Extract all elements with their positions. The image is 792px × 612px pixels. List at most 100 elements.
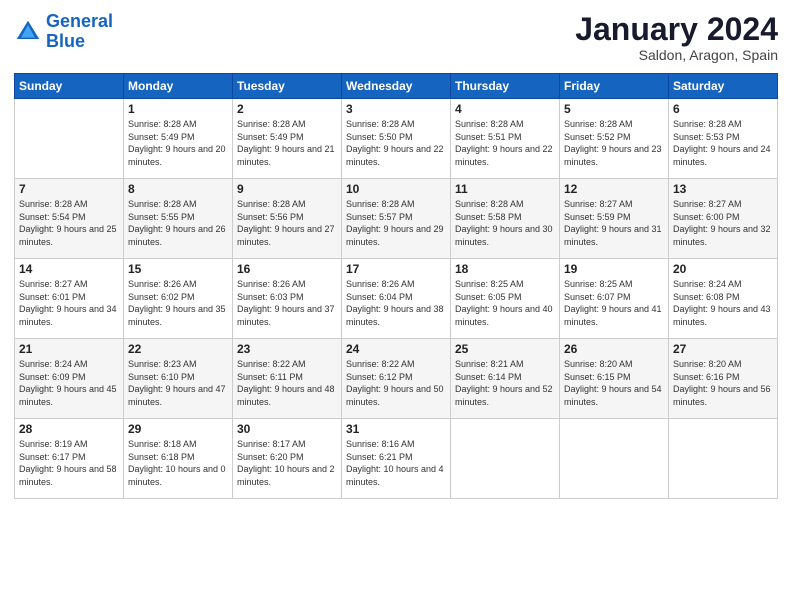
day-number: 15 — [128, 262, 228, 276]
day-number: 16 — [237, 262, 337, 276]
location-subtitle: Saldon, Aragon, Spain — [575, 47, 778, 63]
day-number: 9 — [237, 182, 337, 196]
calendar-day-cell — [669, 419, 778, 499]
day-number: 17 — [346, 262, 446, 276]
calendar-day-cell: 13Sunrise: 8:27 AMSunset: 6:00 PMDayligh… — [669, 179, 778, 259]
logo-icon — [14, 18, 42, 46]
logo-blue: Blue — [46, 31, 85, 51]
day-info: Sunrise: 8:18 AMSunset: 6:18 PMDaylight:… — [128, 438, 228, 488]
calendar-day-cell: 5Sunrise: 8:28 AMSunset: 5:52 PMDaylight… — [560, 99, 669, 179]
day-info: Sunrise: 8:24 AMSunset: 6:08 PMDaylight:… — [673, 278, 773, 328]
calendar-day-cell: 11 Sunrise: 8:28 AMSunset: 5:58 PMDayligh… — [451, 179, 560, 259]
day-info: Sunrise: 8:28 AMSunset: 5:49 PMDaylight:… — [128, 118, 228, 168]
weekday-header-friday: Friday — [560, 74, 669, 99]
day-info: Sunrise: 8:24 AMSunset: 6:09 PMDaylight:… — [19, 358, 119, 408]
month-title: January 2024 — [575, 12, 778, 47]
calendar-day-cell: 2 Sunrise: 8:28 AMSunset: 5:49 PMDaylight… — [233, 99, 342, 179]
day-number: 24 — [346, 342, 446, 356]
day-info: Sunrise: 8:17 AMSunset: 6:20 PMDaylight:… — [237, 438, 337, 488]
calendar-day-cell: 30Sunrise: 8:17 AMSunset: 6:20 PMDayligh… — [233, 419, 342, 499]
day-number: 26 — [564, 342, 664, 356]
header: General Blue January 2024 Saldon, Aragon… — [14, 12, 778, 63]
title-block: January 2024 Saldon, Aragon, Spain — [575, 12, 778, 63]
calendar-day-cell: 1 Sunrise: 8:28 AMSunset: 5:49 PMDaylight… — [124, 99, 233, 179]
calendar-day-cell: 20Sunrise: 8:24 AMSunset: 6:08 PMDayligh… — [669, 259, 778, 339]
day-info: Sunrise: 8:28 AMSunset: 5:56 PMDaylight:… — [237, 198, 337, 248]
day-info: Sunrise: 8:27 AMSunset: 6:00 PMDaylight:… — [673, 198, 773, 248]
day-number: 6 — [673, 102, 773, 116]
day-info: Sunrise: 8:28 AMSunset: 5:55 PMDaylight:… — [128, 198, 228, 248]
day-info: Sunrise: 8:19 AMSunset: 6:17 PMDaylight:… — [19, 438, 119, 488]
day-info: Sunrise: 8:25 AMSunset: 6:07 PMDaylight:… — [564, 278, 664, 328]
calendar-day-cell: 16 Sunrise: 8:26 AMSunset: 6:03 PMDayligh… — [233, 259, 342, 339]
day-info: Sunrise: 8:28 AMSunset: 5:51 PMDaylight:… — [455, 118, 555, 168]
day-info: Sunrise: 8:27 AMSunset: 5:59 PMDaylight:… — [564, 198, 664, 248]
day-info: Sunrise: 8:28 AMSunset: 5:54 PMDaylight:… — [19, 198, 119, 248]
day-number: 1 — [128, 102, 228, 116]
day-info: Sunrise: 8:22 AMSunset: 6:12 PMDaylight:… — [346, 358, 446, 408]
day-number: 31 — [346, 422, 446, 436]
day-number: 12 — [564, 182, 664, 196]
day-info: Sunrise: 8:26 AMSunset: 6:03 PMDaylight:… — [237, 278, 337, 328]
day-info: Sunrise: 8:25 AMSunset: 6:05 PMDaylight:… — [455, 278, 555, 328]
day-number: 7 — [19, 182, 119, 196]
logo: General Blue — [14, 12, 113, 52]
day-number: 29 — [128, 422, 228, 436]
day-info: Sunrise: 8:23 AMSunset: 6:10 PMDaylight:… — [128, 358, 228, 408]
day-number: 4 — [455, 102, 555, 116]
day-number: 23 — [237, 342, 337, 356]
calendar-day-cell: 9 Sunrise: 8:28 AMSunset: 5:56 PMDaylight… — [233, 179, 342, 259]
day-number: 25 — [455, 342, 555, 356]
calendar-table: SundayMondayTuesdayWednesdayThursdayFrid… — [14, 73, 778, 499]
day-number: 3 — [346, 102, 446, 116]
calendar-day-cell — [560, 419, 669, 499]
day-number: 28 — [19, 422, 119, 436]
calendar-day-cell: 25 Sunrise: 8:21 AMSunset: 6:14 PMDayligh… — [451, 339, 560, 419]
calendar-day-cell: 19Sunrise: 8:25 AMSunset: 6:07 PMDayligh… — [560, 259, 669, 339]
calendar-day-cell: 24 Sunrise: 8:22 AMSunset: 6:12 PMDayligh… — [342, 339, 451, 419]
day-info: Sunrise: 8:28 AMSunset: 5:53 PMDaylight:… — [673, 118, 773, 168]
day-info: Sunrise: 8:26 AMSunset: 6:02 PMDaylight:… — [128, 278, 228, 328]
day-info: Sunrise: 8:16 AMSunset: 6:21 PMDaylight:… — [346, 438, 446, 488]
day-info: Sunrise: 8:28 AMSunset: 5:50 PMDaylight:… — [346, 118, 446, 168]
day-number: 22 — [128, 342, 228, 356]
calendar-day-cell: 6 Sunrise: 8:28 AMSunset: 5:53 PMDaylight… — [669, 99, 778, 179]
day-number: 2 — [237, 102, 337, 116]
day-info: Sunrise: 8:20 AMSunset: 6:15 PMDaylight:… — [564, 358, 664, 408]
calendar-day-cell: 12 Sunrise: 8:27 AMSunset: 5:59 PMDayligh… — [560, 179, 669, 259]
day-number: 10 — [346, 182, 446, 196]
calendar-day-cell: 3 Sunrise: 8:28 AMSunset: 5:50 PMDaylight… — [342, 99, 451, 179]
calendar-day-cell: 26 Sunrise: 8:20 AMSunset: 6:15 PMDayligh… — [560, 339, 669, 419]
weekday-header-monday: Monday — [124, 74, 233, 99]
page-container: General Blue January 2024 Saldon, Aragon… — [0, 0, 792, 509]
calendar-week-row: 1 Sunrise: 8:28 AMSunset: 5:49 PMDaylight… — [15, 99, 778, 179]
weekday-header-tuesday: Tuesday — [233, 74, 342, 99]
logo-general: General — [46, 11, 113, 31]
day-info: Sunrise: 8:20 AMSunset: 6:16 PMDaylight:… — [673, 358, 773, 408]
calendar-day-cell: 17Sunrise: 8:26 AMSunset: 6:04 PMDayligh… — [342, 259, 451, 339]
day-number: 21 — [19, 342, 119, 356]
day-number: 27 — [673, 342, 773, 356]
calendar-day-cell: 18 Sunrise: 8:25 AMSunset: 6:05 PMDayligh… — [451, 259, 560, 339]
weekday-header-thursday: Thursday — [451, 74, 560, 99]
calendar-day-cell: 14Sunrise: 8:27 AMSunset: 6:01 PMDayligh… — [15, 259, 124, 339]
calendar-day-cell — [15, 99, 124, 179]
calendar-day-cell — [451, 419, 560, 499]
day-info: Sunrise: 8:28 AMSunset: 5:49 PMDaylight:… — [237, 118, 337, 168]
calendar-week-row: 21 Sunrise: 8:24 AMSunset: 6:09 PMDayligh… — [15, 339, 778, 419]
calendar-day-cell: 7 Sunrise: 8:28 AMSunset: 5:54 PMDaylight… — [15, 179, 124, 259]
day-info: Sunrise: 8:28 AMSunset: 5:58 PMDaylight:… — [455, 198, 555, 248]
weekday-header-wednesday: Wednesday — [342, 74, 451, 99]
calendar-day-cell: 21 Sunrise: 8:24 AMSunset: 6:09 PMDayligh… — [15, 339, 124, 419]
day-info: Sunrise: 8:28 AMSunset: 5:52 PMDaylight:… — [564, 118, 664, 168]
day-info: Sunrise: 8:28 AMSunset: 5:57 PMDaylight:… — [346, 198, 446, 248]
calendar-week-row: 28 Sunrise: 8:19 AMSunset: 6:17 PMDayligh… — [15, 419, 778, 499]
day-number: 18 — [455, 262, 555, 276]
calendar-day-cell: 23Sunrise: 8:22 AMSunset: 6:11 PMDayligh… — [233, 339, 342, 419]
calendar-week-row: 14Sunrise: 8:27 AMSunset: 6:01 PMDayligh… — [15, 259, 778, 339]
weekday-header-row: SundayMondayTuesdayWednesdayThursdayFrid… — [15, 74, 778, 99]
calendar-day-cell: 22 Sunrise: 8:23 AMSunset: 6:10 PMDayligh… — [124, 339, 233, 419]
day-number: 11 — [455, 182, 555, 196]
calendar-day-cell: 4 Sunrise: 8:28 AMSunset: 5:51 PMDaylight… — [451, 99, 560, 179]
day-info: Sunrise: 8:21 AMSunset: 6:14 PMDaylight:… — [455, 358, 555, 408]
